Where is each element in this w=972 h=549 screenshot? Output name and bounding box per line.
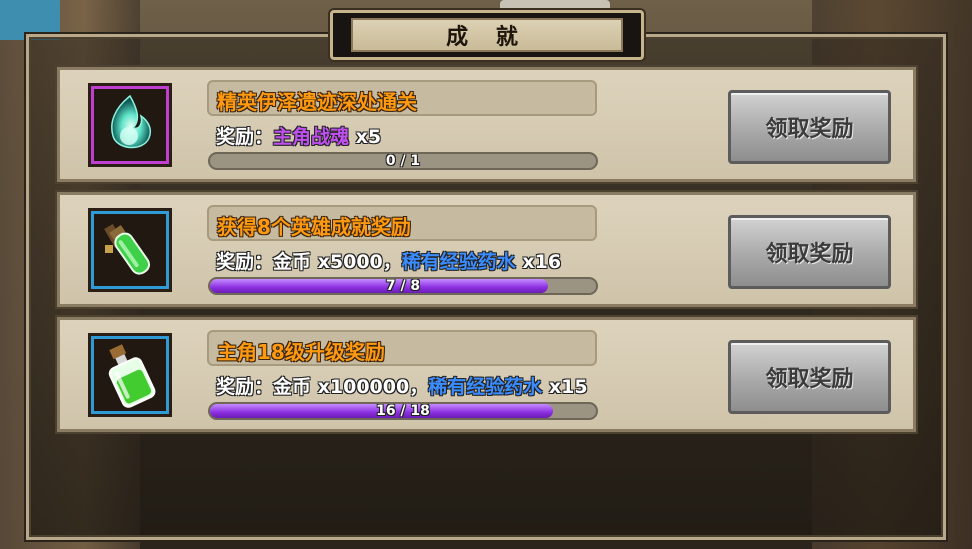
potion-bottle-icon	[108, 344, 156, 408]
reward-line: 奖励：主角战魂 x5	[216, 122, 381, 148]
reward-prefix: 奖励：	[216, 376, 274, 398]
reward-quantity: x5	[349, 126, 382, 148]
title-plate: 成 就	[330, 10, 644, 60]
reward-item-name: 稀有经验药水	[401, 251, 516, 273]
achievement-title: 获得8个英雄成就奖励	[207, 205, 597, 241]
reward-icon-box	[88, 83, 172, 167]
reward-icon-box	[88, 208, 172, 292]
reward-plain: 金币 x100000，	[273, 376, 429, 398]
progress-bar: 0 / 1	[208, 152, 598, 170]
reward-item-name: 稀有经验药水	[428, 376, 543, 398]
progress-bar: 7 / 8	[208, 277, 598, 295]
reward-plain: 金币 x5000，	[273, 251, 402, 273]
claim-reward-button[interactable]: 领取奖励	[728, 215, 891, 289]
reward-line: 奖励：金币 x5000，稀有经验药水 x16	[216, 247, 561, 273]
soul-flame-icon	[111, 94, 152, 149]
progress-text: 16 / 18	[376, 403, 430, 419]
claim-reward-button[interactable]: 领取奖励	[728, 90, 891, 164]
achievement-row: 精英伊泽遗迹深处通关 奖励：主角战魂 x5 0 / 1 领取奖励	[55, 65, 918, 184]
reward-quantity: x16	[515, 251, 562, 273]
progress-bar: 16 / 18	[208, 402, 598, 420]
reward-quantity: x15	[542, 376, 588, 398]
reward-prefix: 奖励：	[216, 251, 274, 273]
reward-prefix: 奖励：	[216, 126, 274, 148]
progress-text: 0 / 1	[385, 153, 421, 169]
claim-reward-button[interactable]: 领取奖励	[728, 340, 891, 414]
panel-title: 成 就	[351, 18, 623, 52]
potion-vial-icon	[104, 223, 151, 275]
reward-icon-box	[88, 333, 172, 417]
achievement-row: 主角18级升级奖励 奖励：金币 x100000，稀有经验药水 x15 16 / …	[55, 315, 918, 434]
achievement-title: 精英伊泽遗迹深处通关	[207, 80, 597, 116]
achievement-title: 主角18级升级奖励	[207, 330, 597, 366]
reward-item-name: 主角战魂	[273, 126, 350, 148]
progress-text: 7 / 8	[385, 278, 421, 294]
achievement-row: 获得8个英雄成就奖励 奖励：金币 x5000，稀有经验药水 x16 7 / 8 …	[55, 190, 918, 309]
reward-line: 奖励：金币 x100000，稀有经验药水 x15	[216, 372, 588, 398]
